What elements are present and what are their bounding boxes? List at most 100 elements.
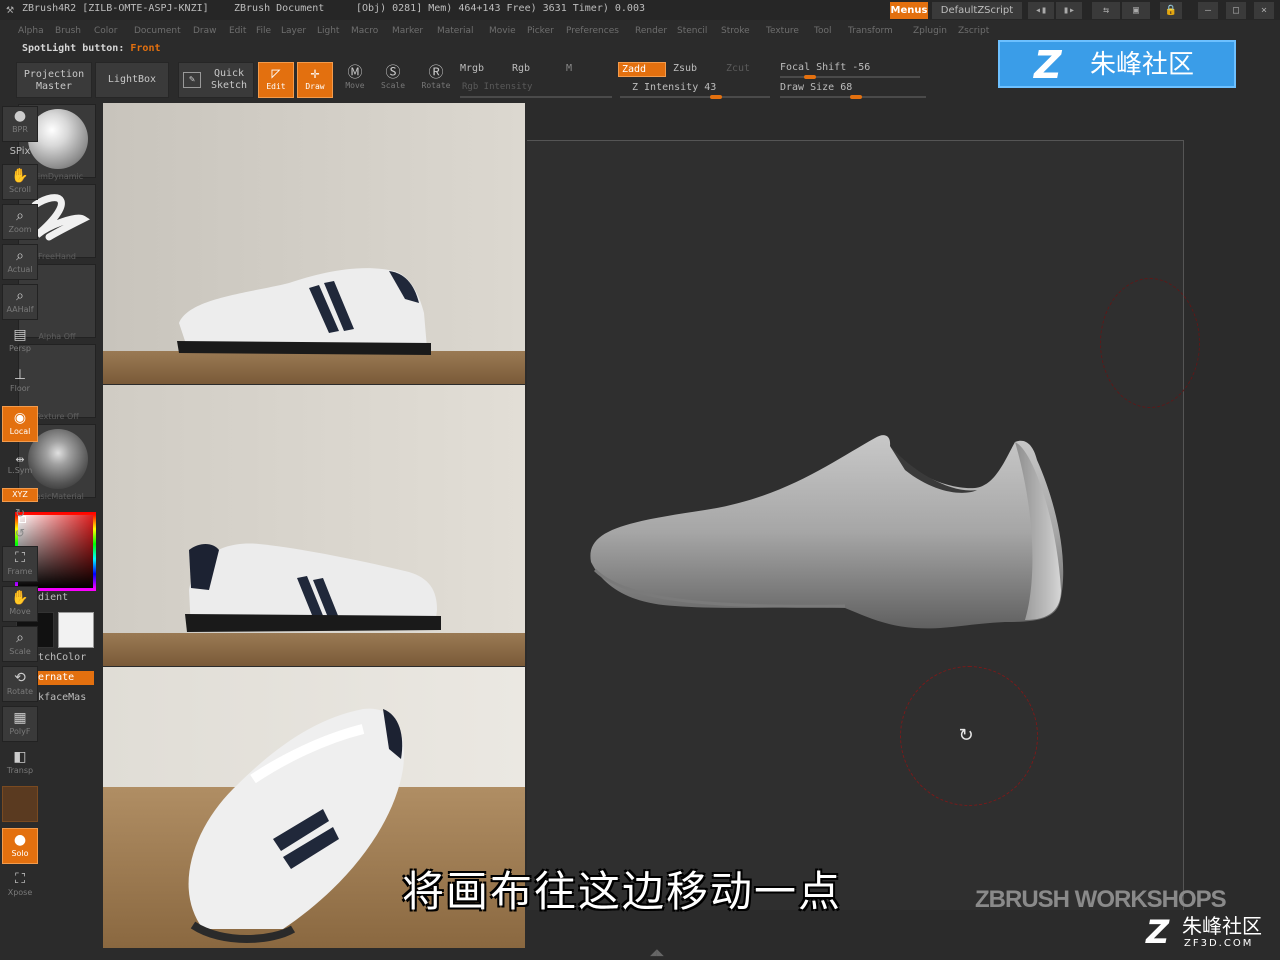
- quick-sketch-button[interactable]: ✎ Quick Sketch: [178, 62, 254, 98]
- transp-label: Transp: [6, 766, 34, 775]
- hide-left-icon[interactable]: ◂▮: [1028, 2, 1054, 19]
- menu-preferences[interactable]: Preferences: [566, 26, 619, 36]
- layout-icon[interactable]: ⇆: [1092, 2, 1120, 19]
- lsym-button[interactable]: ⇹ L.Sym: [2, 452, 38, 482]
- rotate-icon: Ⓡ: [428, 63, 444, 81]
- menu-color[interactable]: Color: [94, 26, 118, 36]
- zoom-button[interactable]: ⌕ Zoom: [2, 204, 38, 240]
- menu-movie[interactable]: Movie: [489, 26, 516, 36]
- shoe-side-image: [177, 268, 431, 355]
- rotate-y-icon[interactable]: ↻: [2, 506, 38, 520]
- maximize-icon[interactable]: □: [1226, 2, 1246, 19]
- menu-bar: Alpha Brush Color Document Draw Edit Fil…: [0, 22, 1000, 40]
- transp-button[interactable]: ◧ Transp: [2, 746, 38, 782]
- ui-layout-icon[interactable]: ▣: [1122, 2, 1150, 19]
- rotate-z-icon[interactable]: ↺: [2, 526, 38, 540]
- menu-draw[interactable]: Draw: [193, 26, 217, 36]
- xyz-button[interactable]: XYZ: [2, 488, 38, 502]
- bpr-button[interactable]: ● BPR: [2, 106, 38, 142]
- ghost-button[interactable]: [2, 786, 38, 822]
- scale-button[interactable]: Ⓢ Scale: [376, 62, 410, 98]
- menu-material[interactable]: Material: [437, 26, 474, 36]
- draw-size-knob[interactable]: [850, 95, 862, 99]
- menu-layer[interactable]: Layer: [281, 26, 306, 36]
- solo-label: Solo: [11, 849, 29, 858]
- frame-label: Frame: [7, 567, 33, 576]
- edit-button[interactable]: ◸ Edit: [258, 62, 294, 98]
- menu-edit[interactable]: Edit: [229, 26, 246, 36]
- m-button[interactable]: M: [566, 63, 572, 74]
- menu-zscript[interactable]: Zscript: [958, 26, 989, 36]
- menu-tool[interactable]: Tool: [814, 26, 831, 36]
- zf3d-banner: Z 朱峰社区: [998, 40, 1236, 88]
- menu-render[interactable]: Render: [635, 26, 667, 36]
- scale-label: Scale: [380, 81, 406, 90]
- menu-transform[interactable]: Transform: [848, 26, 893, 36]
- menu-file[interactable]: File: [256, 26, 271, 36]
- z-intensity-track[interactable]: [620, 96, 770, 98]
- rotate-button[interactable]: Ⓡ Rotate: [418, 62, 454, 98]
- projection-master-button[interactable]: Projection Master: [16, 62, 92, 98]
- lock-icon[interactable]: 🔒: [1160, 2, 1182, 19]
- minimize-icon[interactable]: –: [1198, 2, 1218, 19]
- menu-zplugin[interactable]: Zplugin: [913, 26, 947, 36]
- menu-light[interactable]: Light: [317, 26, 339, 36]
- persp-button[interactable]: ▤ Persp: [2, 324, 38, 358]
- zsub-button[interactable]: Zsub: [673, 63, 697, 74]
- rgb-intensity-slider[interactable]: Rgb Intensity: [462, 82, 532, 92]
- rgb-button[interactable]: Rgb: [512, 63, 530, 74]
- rotate-view-label: Rotate: [6, 687, 34, 696]
- aahalf-button[interactable]: ⌕ AAHalf: [2, 284, 38, 320]
- floor-button[interactable]: ⊥ Floor: [2, 364, 38, 400]
- menu-stroke[interactable]: Stroke: [721, 26, 750, 36]
- zcut-button[interactable]: Zcut: [726, 63, 750, 74]
- corner-logo-domain: ZF3D.COM: [1184, 938, 1254, 949]
- menu-alpha[interactable]: Alpha: [18, 26, 44, 36]
- menu-marker[interactable]: Marker: [392, 26, 423, 36]
- frame-button[interactable]: ⛶ Frame: [2, 546, 38, 582]
- menu-macro[interactable]: Macro: [351, 26, 378, 36]
- z-intensity-knob[interactable]: [710, 95, 722, 99]
- focal-shift-track[interactable]: [780, 76, 920, 78]
- close-icon[interactable]: ×: [1254, 2, 1274, 19]
- bottom-tray-toggle-icon[interactable]: ◢◣: [650, 948, 664, 958]
- focal-shift-knob[interactable]: [804, 75, 816, 79]
- zadd-button[interactable]: Zadd: [618, 62, 666, 77]
- lsym-arrows-icon: ⇹: [15, 453, 25, 466]
- menus-button[interactable]: Menus: [890, 2, 928, 19]
- lightbox-button[interactable]: LightBox: [95, 62, 169, 98]
- menu-document[interactable]: Document: [134, 26, 181, 36]
- z-intensity-slider[interactable]: Z Intensity 43: [632, 82, 716, 93]
- local-button[interactable]: ◉ Local: [2, 406, 38, 442]
- polyf-button[interactable]: ▦ PolyF: [2, 706, 38, 742]
- scale-icon: Ⓢ: [385, 63, 401, 81]
- draw-button[interactable]: ✛ Draw: [297, 62, 333, 98]
- rgb-intensity-track[interactable]: [460, 96, 612, 98]
- bpr-label: BPR: [12, 125, 28, 134]
- hide-right-icon[interactable]: ▮▸: [1056, 2, 1082, 19]
- menu-texture[interactable]: Texture: [766, 26, 799, 36]
- zoom-label: Zoom: [8, 225, 32, 234]
- mrgb-button[interactable]: Mrgb: [460, 63, 484, 74]
- menu-stencil[interactable]: Stencil: [677, 26, 707, 36]
- draw-size-slider[interactable]: Draw Size 68: [780, 82, 852, 93]
- menu-picker[interactable]: Picker: [527, 26, 554, 36]
- default-zscript-button[interactable]: DefaultZScript: [932, 2, 1022, 19]
- focal-shift-slider[interactable]: Focal Shift -56: [780, 62, 870, 73]
- rotate-view-button[interactable]: ⟲ Rotate: [2, 666, 38, 702]
- xpose-button[interactable]: ⛶ Xpose: [2, 868, 38, 904]
- move-button[interactable]: Ⓜ Move: [338, 62, 372, 98]
- scale-view-button[interactable]: ⌕ Scale: [2, 626, 38, 662]
- move-view-button[interactable]: ✋ Move: [2, 586, 38, 622]
- polyf-label: PolyF: [9, 727, 31, 736]
- edit-icon: ◸: [271, 64, 281, 82]
- banner-text: 朱峰社区: [1090, 50, 1195, 80]
- spix-slider[interactable]: SPix: [2, 146, 38, 157]
- actual-button[interactable]: ⌕ Actual: [2, 244, 38, 280]
- floor-icon: ⊥: [13, 367, 27, 383]
- solo-button[interactable]: ● Solo: [2, 828, 38, 864]
- menu-brush[interactable]: Brush: [55, 26, 81, 36]
- shoe-sculpt-model[interactable]: [585, 430, 1075, 640]
- scroll-button[interactable]: ✋ Scroll: [2, 164, 38, 200]
- secondary-color-swatch[interactable]: [58, 612, 94, 648]
